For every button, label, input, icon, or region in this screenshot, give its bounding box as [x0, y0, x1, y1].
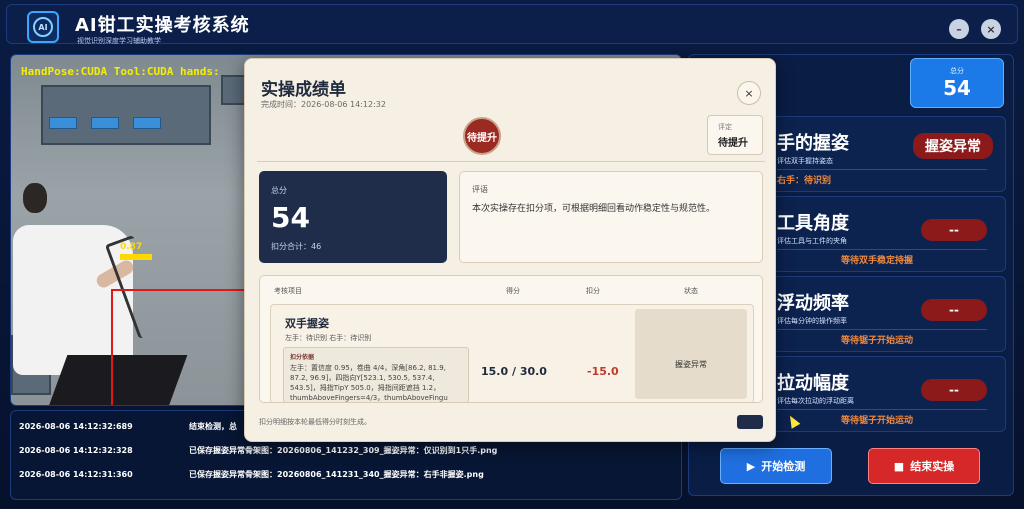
metric-desc: 评估每分钟的操作频率 [777, 317, 847, 325]
metric-status: 右手：待识别 [777, 176, 832, 186]
detection-bar [120, 254, 152, 260]
comment-text: 本次实操存在扣分项，可根据明细回看动作稳定性与规范性。 [472, 204, 716, 214]
log-message: 结束检测，总 [189, 422, 237, 431]
divider [777, 329, 987, 330]
col-status: 状态 [684, 287, 698, 295]
metric-title: 拉动幅度 [777, 373, 849, 394]
basis-text: 左手：置信度 0.95，卷曲 4/4，深角[86.2, 81.9, 87.2, … [290, 364, 448, 402]
metric-badge: -- [921, 219, 987, 241]
dialog-footnote: 扣分明细按本轮最低得分时刻生成。 [259, 418, 371, 426]
metric-status: 等待锯子开始运动 [840, 416, 913, 426]
log-entry: 2026-08-06 14:12:31:360 已保存握姿异常骨架图：202608… [19, 469, 484, 480]
row-status: 握姿异常 [675, 360, 707, 369]
col-deduct: 扣分 [586, 287, 600, 295]
bench-drawer [49, 117, 77, 129]
total-value: 54 [271, 201, 310, 234]
stop-icon: ■ [893, 459, 905, 473]
divider [777, 249, 987, 250]
metric-status: 等待锯子开始运动 [840, 336, 913, 346]
bench-drawer [91, 117, 119, 129]
start-detection-label: 开始检测 [761, 460, 806, 473]
table-scrollbar[interactable] [762, 313, 763, 331]
row-hands-status: 左手：待识别 右手：待识别 [285, 334, 372, 342]
app-window: AI AI钳工实操考核系统 视觉识别深度学习辅助教学 – × HandPose:… [0, 0, 1024, 509]
workbench [41, 85, 211, 145]
deduction-total: 扣分合计：46 [271, 242, 322, 251]
hud-overlay-text: HandPose:CUDA Tool:CUDA hands: [21, 65, 220, 78]
row-item-name: 双手握姿 [285, 317, 329, 330]
comment-box: 评语 本次实操存在扣分项，可根据明细回看动作稳定性与规范性。 [459, 171, 763, 263]
total-score-box: 总分 54 扣分合计：46 [259, 171, 447, 263]
log-message: 已保存握姿异常骨架图：20260806_141232_309_握姿异常：仅识别到… [189, 446, 498, 455]
score-table: 考核项目 得分 扣分 状态 双手握姿 左手：待识别 右手：待识别 扣分依据 左手… [259, 275, 763, 403]
total-score-card: 总分 54 [910, 58, 1004, 108]
total-score-value: 54 [943, 76, 971, 100]
person-head [23, 183, 47, 213]
minimize-button[interactable]: – [949, 19, 969, 39]
detection-score: 0.87 [120, 242, 143, 252]
metric-status: 等待双手稳定持握 [840, 256, 913, 266]
col-item: 考核项目 [274, 287, 302, 295]
metric-title: 工具角度 [777, 213, 849, 234]
dialog-close-button[interactable]: × [737, 81, 761, 105]
rating-value: 待提升 [718, 138, 748, 149]
log-time: 2026-08-06 14:12:32:328 [19, 446, 133, 455]
log-time: 2026-08-06 14:12:32:689 [19, 422, 133, 431]
metric-badge: 握姿异常 [913, 133, 993, 159]
end-practice-label: 结束实操 [910, 460, 955, 473]
total-label: 总分 [271, 186, 287, 195]
metric-title: 手的握姿 [777, 133, 849, 154]
metric-desc: 评估双手握持姿态 [777, 157, 833, 165]
start-detection-button[interactable]: ▶ 开始检测 [720, 448, 832, 484]
metric-desc: 评估工具与工件的夹角 [777, 237, 847, 245]
divider [777, 409, 987, 410]
deduction-basis: 扣分依据 左手：置信度 0.95，卷曲 4/4，深角[86.2, 81.9, 8… [283, 347, 469, 402]
completion-time: 完成时间：2026-08-06 14:12:32 [261, 100, 386, 109]
dialog-confirm-button[interactable] [737, 415, 763, 429]
end-practice-button[interactable]: ■ 结束实操 [868, 448, 980, 484]
total-score-label: 总分 [950, 67, 964, 75]
ai-chip-icon: AI [33, 17, 53, 37]
app-title: AI钳工实操考核系统 [75, 15, 250, 36]
comment-label: 评语 [472, 185, 488, 194]
score-report-dialog: 实操成绩单 完成时间：2026-08-06 14:12:32 × 待提升 评定 … [244, 58, 776, 442]
row-status-cell: 握姿异常 [635, 309, 747, 399]
log-entry: 2026-08-06 14:12:32:689 结束检测，总 [19, 421, 237, 432]
log-message: 已保存握姿异常骨架图：20260806_141231_340_握姿异常：右手非握… [189, 470, 484, 479]
close-window-button[interactable]: × [981, 19, 1001, 39]
rating-label: 评定 [718, 123, 732, 131]
divider [777, 169, 987, 170]
table-row[interactable]: 双手握姿 左手：待识别 右手：待识别 扣分依据 左手：置信度 0.95，卷曲 4… [270, 304, 754, 402]
col-score: 得分 [506, 287, 520, 295]
metric-desc: 评估每次拉动的浮动距离 [777, 397, 854, 405]
bench-drawer [133, 117, 161, 129]
title-bar: AI AI钳工实操考核系统 视觉识别深度学习辅助教学 – × [6, 4, 1018, 45]
row-deduct: -15.0 [587, 365, 619, 378]
metric-title: 浮动频率 [777, 293, 849, 314]
app-subtitle: 视觉识别深度学习辅助教学 [77, 37, 161, 45]
log-time: 2026-08-06 14:12:31:360 [19, 470, 133, 479]
basis-title: 扣分依据 [290, 354, 315, 361]
log-entry: 2026-08-06 14:12:32:328 已保存握姿异常骨架图：202608… [19, 445, 497, 456]
play-icon: ▶ [746, 459, 756, 473]
metric-badge: -- [921, 379, 987, 401]
row-score: 15.0 / 30.0 [481, 365, 547, 378]
metric-badge: -- [921, 299, 987, 321]
app-logo: AI [27, 11, 59, 43]
rating-box: 评定 待提升 [707, 115, 763, 155]
divider [257, 161, 765, 162]
grade-seal: 待提升 [463, 117, 501, 155]
dialog-title: 实操成绩单 [261, 80, 346, 100]
